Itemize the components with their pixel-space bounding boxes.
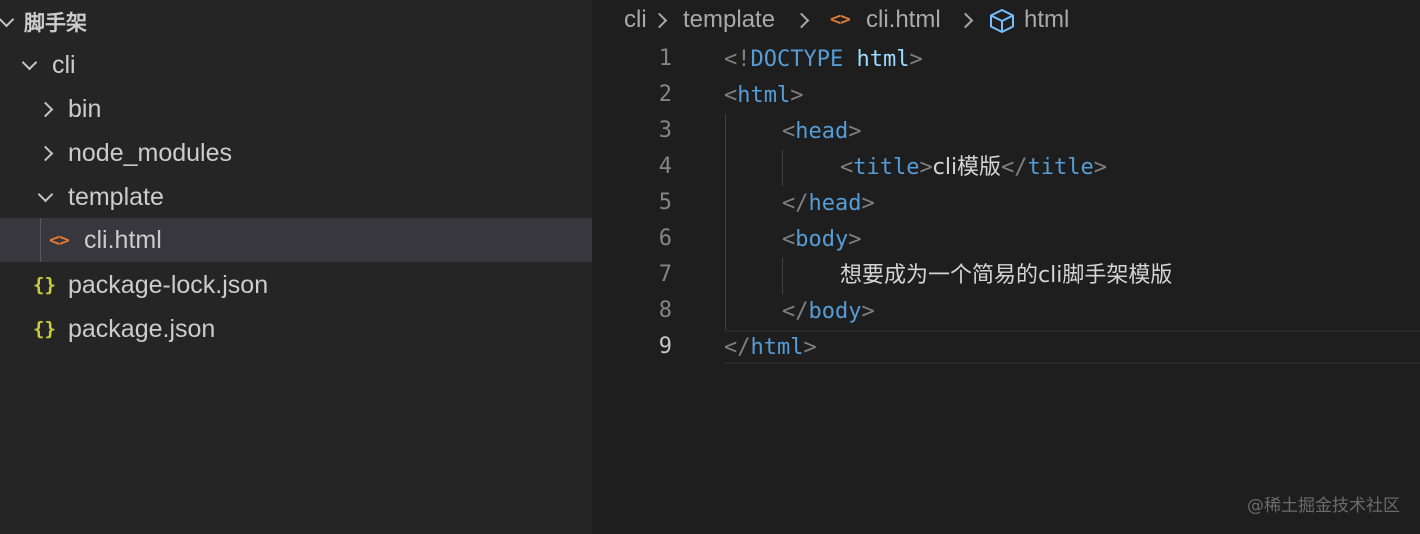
tree-item-bin[interactable]: bin <box>0 87 592 131</box>
code-token: <! <box>724 47 751 72</box>
tree-item-package-lock-json[interactable]: {} package-lock.json <box>0 263 592 307</box>
code-token: </ <box>782 299 809 324</box>
indent-guide <box>40 218 41 262</box>
code-line-9[interactable]: </html> <box>724 330 817 366</box>
tree-item-cli-html[interactable]: <> cli.html <box>0 218 592 262</box>
chevron-right-icon <box>957 12 974 29</box>
tree-item-label: package-lock.json <box>68 270 269 299</box>
line-number: 7 <box>658 262 672 287</box>
code-token: DOCTYPE <box>750 47 844 72</box>
line-number: 3 <box>658 118 672 143</box>
line-number: 1 <box>658 46 672 71</box>
code-token: </ <box>724 335 751 360</box>
tree-item-label: node_modules <box>68 138 233 167</box>
tree-item-cli[interactable]: cli <box>0 43 592 87</box>
code-token: html <box>750 335 804 360</box>
breadcrumb-item-cli-html[interactable]: cli.html <box>866 6 941 34</box>
code-token: </ <box>782 191 809 216</box>
tree-item-label: cli <box>52 50 76 79</box>
code-token: > <box>861 191 875 216</box>
json-file-icon: {} <box>33 274 56 296</box>
tree-item-label: package.json <box>68 314 216 343</box>
code-token: > <box>1093 155 1108 180</box>
code-token: </ <box>1001 155 1028 180</box>
tree-item-label: bin <box>68 94 102 123</box>
code-line-4[interactable]: <title>cli模版</title> <box>840 150 1107 186</box>
breadcrumb: cli template <> cli.html html <box>592 0 1420 42</box>
line-number: 2 <box>658 82 672 107</box>
explorer-root-label: 脚手架 <box>24 12 87 35</box>
code-token: > <box>848 119 862 144</box>
code-token: cli模版 <box>932 155 1002 180</box>
code-token: < <box>840 155 854 180</box>
code-token: head <box>808 191 862 216</box>
code-line-3[interactable]: <head> <box>782 114 861 150</box>
code-token: > <box>848 227 862 252</box>
line-number: 8 <box>658 298 672 323</box>
current-line-highlight <box>724 330 1420 364</box>
code-line-1[interactable]: <!DOCTYPE html> <box>724 42 923 78</box>
code-token: html <box>856 47 910 72</box>
explorer-sidebar: 脚手架 cli bin node_modules template <> cli… <box>0 0 592 534</box>
code-line-5[interactable]: </head> <box>782 186 875 222</box>
code-token: body <box>808 299 862 324</box>
code-token: > <box>803 335 817 360</box>
code-token: title <box>1027 155 1094 180</box>
breadcrumb-item-cli[interactable]: cli <box>624 6 647 34</box>
code-line-8[interactable]: </body> <box>782 294 875 330</box>
breadcrumb-item-html[interactable]: html <box>1024 6 1069 34</box>
chevron-right-icon <box>35 87 55 131</box>
code-token: 想要成为一个简易的cli脚手架模版 <box>840 263 1173 288</box>
code-token: < <box>782 227 796 252</box>
line-number: 4 <box>658 154 672 179</box>
code-token: > <box>861 299 875 324</box>
line-number: 5 <box>658 190 672 215</box>
breadcrumb-item-template[interactable]: template <box>683 6 775 34</box>
cube-icon <box>990 9 1014 33</box>
html-file-icon: <> <box>49 229 70 251</box>
indent-guide <box>782 258 783 294</box>
indent-guide <box>725 114 726 330</box>
code-token: < <box>724 83 738 108</box>
json-file-icon: {} <box>33 318 56 340</box>
code-token: title <box>853 155 920 180</box>
explorer-root-folder[interactable]: 脚手架 <box>0 0 592 44</box>
chevron-right-icon <box>651 12 668 29</box>
tree-item-package-json[interactable]: {} package.json <box>0 307 592 351</box>
code-token: body <box>795 227 849 252</box>
chevron-down-icon <box>35 175 55 219</box>
tree-item-label: template <box>68 182 164 211</box>
tree-item-label: cli.html <box>84 225 162 254</box>
watermark: @稀土掘金技术社区 <box>1247 496 1400 516</box>
code-editor[interactable]: cli template <> cli.html html 1 2 3 4 5 … <box>592 0 1420 534</box>
indent-guide <box>782 150 783 186</box>
html-file-icon: <> <box>830 9 851 30</box>
code-line-6[interactable]: <body> <box>782 222 861 258</box>
code-token: > <box>919 155 933 180</box>
chevron-right-icon <box>793 12 810 29</box>
code-token: > <box>790 83 804 108</box>
code-token: html <box>737 83 791 108</box>
tree-item-template[interactable]: template <box>0 175 592 219</box>
code-line-2[interactable]: <html> <box>724 78 803 114</box>
line-number-active: 9 <box>658 334 672 359</box>
code-token: > <box>909 47 923 72</box>
code-line-7[interactable]: 想要成为一个简易的cli脚手架模版 <box>840 258 1172 294</box>
code-token: < <box>782 119 796 144</box>
chevron-down-icon <box>19 43 39 87</box>
line-number: 6 <box>658 226 672 251</box>
tree-item-node-modules[interactable]: node_modules <box>0 131 592 175</box>
vscode-window: 脚手架 cli bin node_modules template <> cli… <box>0 0 1420 534</box>
chevron-right-icon <box>35 131 55 175</box>
code-token: head <box>795 119 849 144</box>
chevron-down-icon <box>0 0 16 44</box>
